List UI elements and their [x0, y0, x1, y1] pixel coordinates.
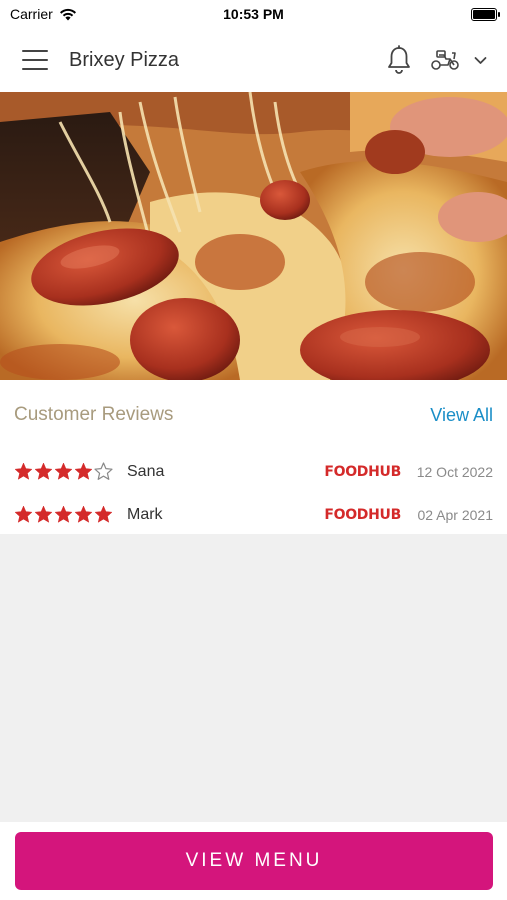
reviews-header: Customer Reviews View All	[0, 380, 507, 450]
scooter-icon	[431, 50, 459, 70]
reviews-title: Customer Reviews	[14, 404, 174, 425]
review-date: 12 Oct 2022	[416, 463, 493, 480]
app-header: Brixey Pizza	[0, 28, 507, 92]
wifi-icon	[59, 8, 76, 20]
order-type-selector[interactable]	[430, 49, 487, 71]
pizza-photo	[0, 92, 507, 380]
bell-icon	[388, 45, 410, 74]
carrier-label: Carrier	[10, 6, 53, 22]
star-filled-icon	[74, 462, 93, 480]
customer-reviews-section: Customer Reviews View All Sana FOODHUB 12 …	[0, 380, 507, 534]
star-filled-icon	[14, 462, 33, 480]
battery-icon	[471, 7, 500, 21]
reviewer-name: Sana	[127, 462, 165, 480]
reviewer-name: Mark	[127, 505, 163, 523]
star-filled-icon	[74, 505, 93, 523]
status-bar: Carrier 10:53 PM	[0, 0, 507, 28]
star-filled-icon	[34, 462, 53, 480]
review-list: Sana FOODHUB 12 Oct 2022 Mark FOODHUB 02 Apr …	[0, 450, 507, 536]
foodhub-logo: FOODHUB	[324, 463, 401, 480]
header-actions	[386, 45, 487, 75]
star-rating	[14, 462, 114, 481]
chevron-down-icon	[474, 56, 487, 64]
star-filled-icon	[94, 505, 113, 523]
hamburger-menu-icon[interactable]	[22, 50, 48, 70]
star-filled-icon	[34, 505, 53, 523]
status-left: Carrier	[10, 6, 77, 22]
view-menu-button[interactable]: VIEW MENU	[15, 832, 493, 890]
star-filled-icon	[54, 505, 73, 523]
bottom-bar: VIEW MENU	[0, 822, 507, 900]
review-row: Sana FOODHUB 12 Oct 2022	[0, 450, 507, 493]
star-filled-icon	[14, 505, 33, 523]
review-date: 02 Apr 2021	[417, 506, 493, 523]
star-empty-icon	[94, 462, 113, 480]
view-all-reviews-link[interactable]: View All	[430, 405, 493, 426]
review-row: Mark FOODHUB 02 Apr 2021	[0, 493, 507, 536]
page-title: Brixey Pizza	[69, 48, 180, 71]
star-filled-icon	[54, 462, 73, 480]
foodhub-logo: FOODHUB	[324, 506, 401, 523]
restaurant-hero-image	[0, 92, 507, 380]
notifications-button[interactable]	[386, 45, 412, 75]
star-rating	[14, 505, 114, 524]
